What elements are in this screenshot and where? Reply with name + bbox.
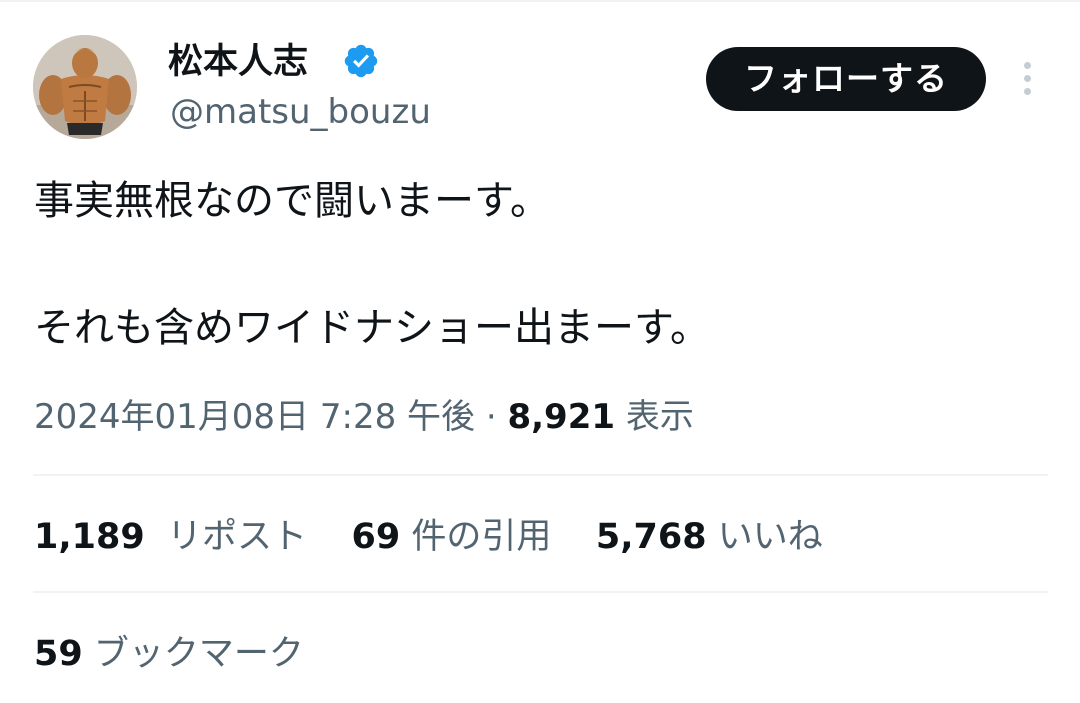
follow-button[interactable]: フォローする bbox=[706, 47, 986, 111]
quotes-stat[interactable]: 69 件の引用 bbox=[352, 517, 552, 557]
tweet-card: 松本人志 @matsu_bouzu フォローする 事実無根なので闘いまーす。 そ… bbox=[0, 0, 1080, 703]
bookmarks-stat[interactable]: 59 ブックマーク bbox=[34, 631, 304, 677]
views-label: 表示 bbox=[625, 397, 694, 437]
engagement-stats: 1,189 リポスト 69 件の引用 5,768 いいね bbox=[34, 514, 823, 560]
meta-separator: · bbox=[475, 397, 508, 437]
more-vertical-icon[interactable] bbox=[1018, 62, 1036, 98]
tweet-meta: 2024年01月08日 7:28 午後 · 8,921 表示 bbox=[34, 394, 694, 440]
tweet-text-line: それも含めワイドナショー出まーす。 bbox=[34, 305, 710, 351]
divider bbox=[33, 591, 1048, 593]
likes-label: いいね bbox=[717, 517, 823, 557]
quotes-count: 69 bbox=[351, 517, 401, 557]
more-dot bbox=[1023, 62, 1031, 69]
muscle-figure-avatar-icon bbox=[33, 35, 137, 139]
more-dot bbox=[1023, 75, 1031, 82]
likes-stat[interactable]: 5,768 いいね bbox=[596, 517, 823, 557]
bookmarks-count: 59 bbox=[34, 634, 83, 674]
reposts-count: 1,189 bbox=[34, 517, 145, 557]
tweet-timestamp[interactable]: 2024年01月08日 7:28 午後 bbox=[34, 397, 475, 437]
bookmarks-label: ブックマーク bbox=[93, 634, 304, 674]
divider bbox=[33, 474, 1048, 476]
views-count: 8,921 bbox=[507, 397, 616, 437]
avatar[interactable] bbox=[33, 35, 137, 139]
reposts-label: リポスト bbox=[166, 517, 307, 557]
reposts-stat[interactable]: 1,189 リポスト bbox=[34, 517, 307, 557]
more-dot bbox=[1023, 88, 1031, 95]
likes-count: 5,768 bbox=[595, 517, 707, 557]
display-name[interactable]: 松本人志 bbox=[168, 40, 308, 84]
verified-badge-icon bbox=[344, 44, 378, 78]
tweet-text-line: 事実無根なので闘いまーす。 bbox=[34, 178, 550, 224]
quotes-label: 件の引用 bbox=[411, 517, 552, 557]
user-handle[interactable]: @matsu_bouzu bbox=[170, 90, 431, 134]
